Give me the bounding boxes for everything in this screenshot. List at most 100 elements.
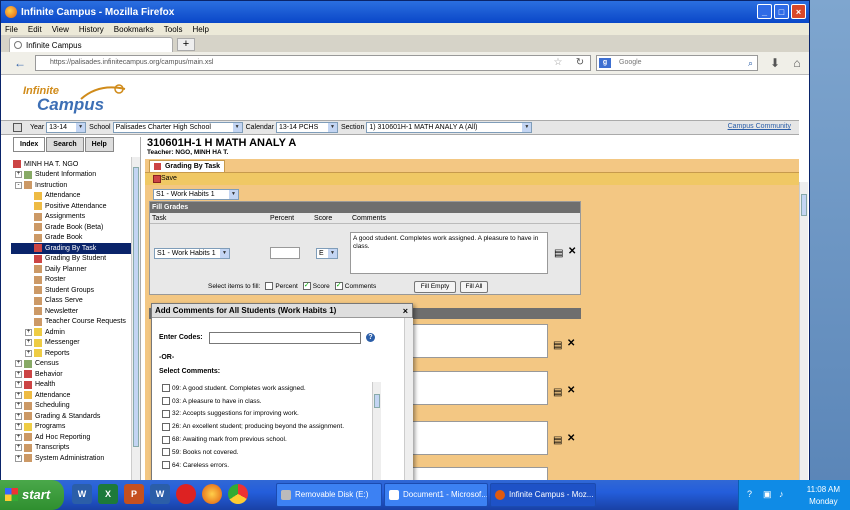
menu-help[interactable]: Help	[192, 25, 208, 34]
percent-checkbox[interactable]	[265, 282, 274, 290]
page-scrollbar[interactable]	[799, 182, 808, 481]
expand-toggle-icon[interactable]: +	[15, 391, 22, 399]
tree-item[interactable]: + Admin	[11, 327, 131, 338]
task-infinite-campus[interactable]: Infinite Campus - Moz...	[490, 483, 596, 507]
tree-item[interactable]: + Health	[11, 380, 131, 391]
tree-item[interactable]: Daily Planner	[11, 264, 131, 275]
menu-view[interactable]: View	[52, 25, 69, 34]
student-comment-box-1[interactable]	[403, 324, 548, 358]
tab-search[interactable]: Search	[46, 137, 84, 152]
tree-item[interactable]: + Behavior	[11, 369, 131, 380]
menu-history[interactable]: History	[79, 25, 104, 34]
tree-item[interactable]: - Instruction	[11, 180, 131, 191]
start-button[interactable]: start	[0, 480, 64, 510]
score-checkbox[interactable]: ✓	[302, 282, 311, 290]
tree-item[interactable]: + Grading & Standards	[11, 411, 131, 422]
tab-index[interactable]: Index	[13, 137, 46, 152]
tree-item[interactable]: Grading By Task	[11, 243, 131, 254]
minimize-button[interactable]: _	[757, 4, 772, 19]
maximize-button[interactable]: □	[774, 4, 789, 19]
tree-item[interactable]: Assignments	[11, 212, 131, 223]
volume-tray-icon[interactable]: ♪	[779, 489, 784, 499]
tree-item[interactable]: + Student Information	[11, 170, 131, 181]
expand-toggle-icon[interactable]: +	[15, 171, 22, 179]
clear-comment-icon-3[interactable]: ✕	[567, 433, 575, 444]
task-removable-disk[interactable]: Removable Disk (E:)	[276, 483, 382, 507]
menu-file[interactable]: File	[5, 25, 18, 34]
tree-item[interactable]: + Ad Hoc Reporting	[11, 432, 131, 443]
tree-item[interactable]: MINH HA T. NGO	[11, 159, 131, 170]
expand-toggle-icon[interactable]: +	[25, 339, 32, 347]
word-quicklaunch-icon[interactable]: W	[72, 484, 92, 504]
apple-quicklaunch-icon[interactable]	[176, 484, 196, 504]
expand-toggle-icon[interactable]: +	[25, 349, 32, 357]
comment-editor-icon-3[interactable]: ▤	[553, 435, 562, 446]
comment-editor-icon-2[interactable]: ▤	[553, 387, 562, 398]
comment-list-scrollbar[interactable]	[372, 382, 381, 481]
year-select[interactable]: 13-14	[46, 122, 87, 133]
tree-item[interactable]: + System Administration	[11, 453, 131, 464]
magnifier-icon[interactable]: ⌕	[748, 56, 753, 70]
percent-input[interactable]	[270, 247, 300, 259]
browser-tab[interactable]: Infinite Campus	[9, 37, 173, 52]
fill-all-button[interactable]: Fill All	[460, 281, 488, 293]
bookmark-star-icon[interactable]: ☆	[549, 55, 567, 71]
firefox-quicklaunch-icon[interactable]	[202, 484, 222, 504]
excel-quicklaunch-icon[interactable]: X	[98, 484, 118, 504]
expand-toggle-icon[interactable]: +	[15, 454, 22, 462]
comment-checkbox[interactable]	[162, 448, 170, 457]
comment-editor-icon[interactable]: ▤	[554, 248, 563, 259]
tree-item[interactable]: Attendance	[11, 191, 131, 202]
expand-toggle-icon[interactable]: +	[15, 412, 22, 420]
tree-item[interactable]: Grading By Student	[11, 254, 131, 265]
expand-toggle-icon[interactable]: +	[15, 360, 22, 368]
tree-item[interactable]: + Census	[11, 359, 131, 370]
enter-codes-input[interactable]	[209, 332, 361, 344]
expand-toggle-icon[interactable]: +	[15, 381, 22, 389]
comment-checkbox[interactable]	[162, 461, 170, 470]
expand-toggle-icon[interactable]: +	[15, 370, 22, 378]
toggle-panel-icon[interactable]	[13, 123, 22, 132]
powerpoint-quicklaunch-icon[interactable]: P	[124, 484, 144, 504]
back-icon[interactable]: ←	[11, 55, 29, 71]
word-doc-quicklaunch-icon[interactable]: W	[150, 484, 170, 504]
calendar-select[interactable]: 13-14 PCHS	[275, 122, 338, 133]
help-tray-icon[interactable]: ?	[747, 489, 752, 499]
network-tray-icon[interactable]: ▣	[763, 489, 772, 500]
comments-checkbox[interactable]: ✓	[334, 282, 343, 290]
help-icon[interactable]: ?	[366, 333, 375, 342]
tree-item[interactable]: Roster	[11, 275, 131, 286]
tree-item[interactable]: + Transcripts	[11, 443, 131, 454]
tab-help[interactable]: Help	[84, 137, 114, 152]
tree-item[interactable]: Grade Book	[11, 233, 131, 244]
home-icon[interactable]: ⌂	[788, 55, 806, 71]
tree-item[interactable]: + Reports	[11, 348, 131, 359]
new-tab-button[interactable]: +	[177, 38, 195, 51]
student-comment-box-4[interactable]	[403, 467, 548, 481]
school-select[interactable]: Palisades Charter High School	[112, 122, 243, 133]
tab-grading-by-task[interactable]: Grading By Task	[149, 160, 226, 172]
comment-checkbox[interactable]	[162, 435, 170, 444]
tree-item[interactable]: Newsletter	[11, 306, 131, 317]
fill-task-select[interactable]: S1 - Work Habits 1	[154, 248, 230, 259]
clear-comment-icon-2[interactable]: ✕	[567, 385, 575, 396]
dialog-scrollbar[interactable]	[404, 318, 413, 481]
menu-tools[interactable]: Tools	[164, 25, 183, 34]
close-window-button[interactable]: ×	[791, 4, 806, 19]
expand-toggle-icon[interactable]: +	[15, 444, 22, 452]
expand-toggle-icon[interactable]: +	[15, 402, 22, 410]
search-input[interactable]: g Google ⌕	[596, 55, 758, 71]
clear-comment-icon[interactable]: ✕	[568, 246, 576, 257]
comment-editor-icon-1[interactable]: ▤	[553, 340, 562, 351]
comment-checkbox[interactable]	[162, 397, 170, 406]
tree-item[interactable]: + Scheduling	[11, 401, 131, 412]
expand-toggle-icon[interactable]: +	[15, 433, 22, 441]
tree-scrollbar[interactable]	[131, 157, 140, 481]
tree-item[interactable]: + Messenger	[11, 338, 131, 349]
tree-item[interactable]: Positive Attendance	[11, 201, 131, 212]
comment-checkbox[interactable]	[162, 409, 170, 418]
expand-toggle-icon[interactable]: +	[25, 328, 32, 336]
tree-item[interactable]: Class Serve	[11, 296, 131, 307]
tree-item[interactable]: Teacher Course Requests	[11, 317, 131, 328]
task-document1[interactable]: Document1 - Microsof...	[384, 483, 488, 507]
